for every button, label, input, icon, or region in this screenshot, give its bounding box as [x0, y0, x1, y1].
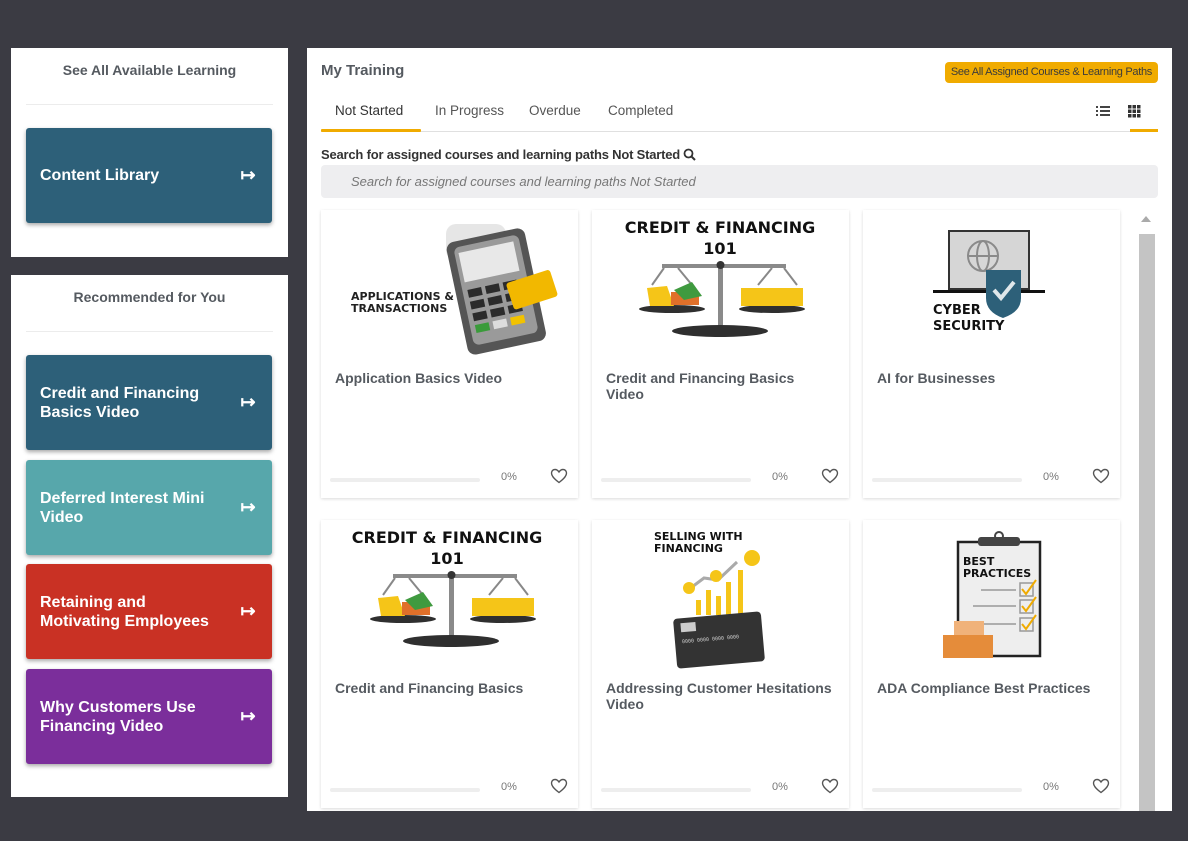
- arrow-right-bar-icon: ↦: [240, 601, 256, 621]
- grid-view-icon[interactable]: [1128, 105, 1141, 118]
- tile-label: Deferred Interest Mini Video: [40, 489, 205, 526]
- course-title: Credit and Financing Basics: [335, 680, 524, 696]
- course-card[interactable]: CYBER SECURITY AI for Businesses 0%: [863, 210, 1120, 498]
- favorite-heart-icon[interactable]: [821, 778, 839, 794]
- tab-completed[interactable]: Completed: [608, 103, 673, 118]
- tab-in-progress[interactable]: In Progress: [435, 103, 504, 118]
- svg-text:SECURITY: SECURITY: [933, 319, 1005, 334]
- tab-overdue[interactable]: Overdue: [529, 103, 581, 118]
- arrow-right-bar-icon: ↦: [240, 497, 256, 517]
- recommended-tile[interactable]: Credit and Financing Basics Video ↦: [26, 355, 272, 450]
- svg-text:101: 101: [703, 239, 736, 258]
- progress-bar: [872, 478, 1022, 482]
- course-card[interactable]: BEST PRACTICES ADA Compliance Best Pract…: [863, 520, 1120, 808]
- balance-scale-illustration: CREDIT & FINANCING 101: [625, 218, 816, 337]
- course-title: Credit and Financing Basics Video: [606, 370, 795, 402]
- progress-percent: 0%: [1043, 781, 1059, 793]
- clipboard-checklist-illustration: BEST PRACTICES: [943, 531, 1042, 658]
- course-grid-scrollbar[interactable]: [1136, 210, 1156, 811]
- course-title: ADA Compliance Best Practices: [877, 680, 1091, 696]
- divider: [26, 331, 273, 332]
- available-learning-panel: See All Available Learning Content Libra…: [11, 48, 288, 257]
- list-view-icon[interactable]: [1096, 106, 1110, 116]
- scroll-up-arrow-icon[interactable]: [1141, 216, 1151, 222]
- status-tabs: Not Started In Progress Overdue Complete…: [321, 94, 1158, 132]
- progress-percent: 0%: [772, 471, 788, 483]
- arrow-right-bar-icon: ↦: [240, 706, 256, 726]
- search-input[interactable]: [321, 165, 1158, 198]
- my-training-title: My Training: [321, 62, 405, 79]
- course-card[interactable]: CREDIT & FINANCING 101 Credit and Financ…: [321, 520, 578, 808]
- course-card[interactable]: APPLICATIONS & TRANSACTIONS Application …: [321, 210, 578, 498]
- tile-label: Content Library: [40, 167, 160, 184]
- payment-terminal-illustration: APPLICATIONS & TRANSACTIONS: [351, 224, 558, 355]
- course-card[interactable]: SELLING WITH FINANCING 0000 0000 0000 00…: [592, 520, 849, 808]
- svg-text:101: 101: [430, 549, 463, 568]
- view-toggle: [1092, 102, 1152, 125]
- favorite-heart-icon[interactable]: [821, 468, 839, 484]
- image-caption: CYBER: [933, 303, 981, 318]
- progress-bar: [601, 788, 751, 792]
- arrow-right-bar-icon: ↦: [240, 165, 256, 185]
- progress-percent: 0%: [772, 781, 788, 793]
- balance-scale-illustration: CREDIT & FINANCING 101: [352, 528, 543, 647]
- progress-percent: 0%: [501, 471, 517, 483]
- arrow-right-bar-icon: ↦: [240, 392, 256, 412]
- image-caption: CREDIT & FINANCING: [352, 528, 543, 547]
- image-caption: CREDIT & FINANCING: [625, 218, 816, 237]
- progress-percent: 0%: [1043, 471, 1059, 483]
- progress-bar: [601, 478, 751, 482]
- favorite-heart-icon[interactable]: [550, 468, 568, 484]
- favorite-heart-icon[interactable]: [550, 778, 568, 794]
- svg-text:FINANCING: FINANCING: [654, 542, 723, 555]
- progress-bar: [330, 788, 480, 792]
- favorite-heart-icon[interactable]: [1092, 778, 1110, 794]
- recommended-title: Recommended for You: [73, 289, 226, 305]
- recommended-tile[interactable]: Retaining and Motivating Employees ↦: [26, 564, 272, 659]
- svg-text:TRANSACTIONS: TRANSACTIONS: [351, 302, 447, 315]
- available-learning-title: See All Available Learning: [62, 62, 237, 78]
- active-view-indicator: [1130, 129, 1158, 132]
- course-card[interactable]: CREDIT & FINANCING 101 Credit and Financ…: [592, 210, 849, 498]
- progress-percent: 0%: [501, 781, 517, 793]
- tile-label: Retaining and Motivating Employees: [40, 593, 209, 630]
- laptop-shield-illustration: CYBER SECURITY: [933, 230, 1045, 334]
- favorite-heart-icon[interactable]: [1092, 468, 1110, 484]
- credit-card-growth-illustration: SELLING WITH FINANCING 0000 0000 0000 00…: [654, 530, 765, 669]
- tile-label: Credit and Financing Basics Video: [40, 384, 200, 421]
- tile-label: Why Customers Use Financing Video: [40, 698, 196, 735]
- tab-not-started[interactable]: Not Started: [335, 103, 403, 118]
- divider: [26, 104, 273, 105]
- progress-bar: [872, 788, 1022, 792]
- my-training-panel: My Training See All Assigned Courses & L…: [307, 48, 1172, 811]
- course-title: Addressing Customer Hesitations Video: [606, 680, 832, 712]
- search-icon[interactable]: [683, 148, 697, 161]
- recommended-tile[interactable]: Deferred Interest Mini Video ↦: [26, 460, 272, 555]
- svg-text:PRACTICES: PRACTICES: [963, 567, 1031, 580]
- recommended-tile[interactable]: Why Customers Use Financing Video ↦: [26, 669, 272, 764]
- content-library-tile[interactable]: Content Library ↦: [26, 128, 272, 223]
- recommended-panel: Recommended for You Credit and Financing…: [11, 275, 288, 797]
- see-all-assigned-button[interactable]: See All Assigned Courses & Learning Path…: [944, 62, 1158, 83]
- search-label: Search for assigned courses and learning…: [321, 147, 697, 162]
- scroll-thumb[interactable]: [1139, 234, 1155, 811]
- active-tab-indicator: [321, 129, 421, 132]
- course-title: AI for Businesses: [877, 370, 996, 386]
- progress-bar: [330, 478, 480, 482]
- course-title: Application Basics Video: [335, 370, 503, 386]
